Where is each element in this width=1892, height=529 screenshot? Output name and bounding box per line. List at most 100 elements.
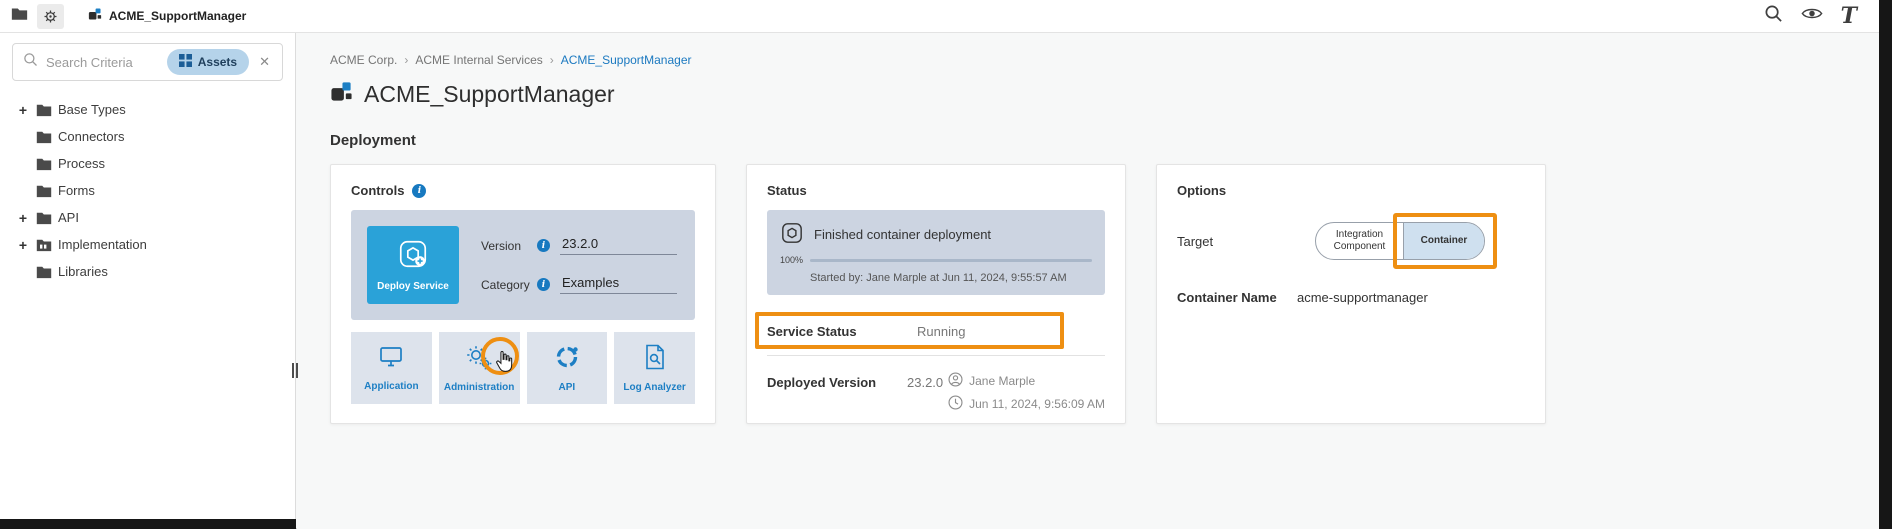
settings-gear-button[interactable]: [37, 4, 64, 29]
info-icon[interactable]: i: [412, 184, 426, 198]
folder-icon: [36, 157, 52, 171]
breadcrumb-item[interactable]: ACME Corp.: [330, 53, 397, 67]
target-option-integration-component[interactable]: Integration Component: [1316, 223, 1404, 259]
expand-icon[interactable]: +: [16, 103, 30, 117]
target-row: Target Integration Component Container: [1177, 222, 1525, 260]
assets-filter-label: Assets: [198, 55, 237, 69]
tree-item-base-types[interactable]: + Base Types: [0, 96, 295, 123]
divider: [767, 355, 1105, 356]
section-heading: Deployment: [330, 132, 1879, 149]
container-service-icon: [780, 221, 804, 248]
tile-label: API: [559, 382, 576, 393]
category-input[interactable]: Examples: [560, 275, 677, 294]
breadcrumb-item[interactable]: ACME Internal Services: [415, 53, 542, 67]
breadcrumb-item-current[interactable]: ACME_SupportManager: [561, 53, 692, 67]
topbar: ACME_SupportManager T: [0, 0, 1879, 33]
tile-label: Application: [364, 381, 418, 392]
deploy-service-button[interactable]: Deploy Service: [367, 226, 459, 304]
asset-type-icon: [88, 7, 102, 26]
tree-item-process[interactable]: Process: [0, 150, 295, 177]
topbar-left: ACME_SupportManager: [0, 4, 246, 29]
container-name-row: Container Name acme-supportmanager: [1177, 290, 1525, 305]
tree-item-connectors[interactable]: Connectors: [0, 123, 295, 150]
api-tile[interactable]: API: [527, 332, 608, 404]
asset-tab-title: ACME_SupportManager: [109, 9, 246, 23]
search-icon: [23, 52, 38, 72]
log-analyzer-tile[interactable]: Log Analyzer: [614, 332, 695, 404]
deployed-by-row: Jane Marple: [948, 372, 1105, 390]
folder-icon: [36, 103, 52, 117]
asset-tab[interactable]: ACME_SupportManager: [88, 7, 246, 26]
deployed-by-name: Jane Marple: [969, 374, 1035, 388]
service-status-row: Service Status Running: [767, 321, 1105, 341]
tree-item-forms[interactable]: Forms: [0, 177, 295, 204]
folder-icon: [36, 265, 52, 279]
folder-icon: [36, 130, 52, 144]
tree-item-label: Base Types: [58, 102, 126, 117]
status-title-text: Status: [767, 183, 807, 198]
tree-item-label: Connectors: [58, 129, 124, 144]
assets-filter-chip[interactable]: Assets: [167, 49, 249, 75]
topbar-right: T: [1764, 4, 1879, 28]
tile-label: Administration: [444, 382, 515, 393]
asset-type-icon: [330, 80, 353, 108]
version-input[interactable]: 23.2.0: [560, 236, 677, 255]
global-search-icon[interactable]: [1764, 4, 1783, 28]
application-icon: [377, 345, 405, 374]
tree-item-label: Process: [58, 156, 105, 171]
tile-label: Log Analyzer: [623, 382, 685, 393]
container-name-value: acme-supportmanager: [1297, 290, 1428, 305]
clear-search-icon[interactable]: ✕: [257, 52, 272, 72]
breadcrumb-separator: ›: [550, 53, 554, 67]
controls-card: Controls i Deploy Service Version i: [330, 164, 716, 424]
tree-item-implementation[interactable]: + Implementation: [0, 231, 295, 258]
brand-logo: T: [1841, 5, 1857, 27]
tree-item-libraries[interactable]: Libraries: [0, 258, 295, 285]
main-content: ACME Corp. › ACME Internal Services › AC…: [297, 33, 1879, 529]
folder-icon: [36, 211, 52, 225]
desktop-edge-right: [1879, 0, 1892, 529]
started-by-text: Started by: Jane Marple at Jun 11, 2024,…: [810, 272, 1092, 284]
expand-icon[interactable]: +: [16, 211, 30, 225]
sidebar-resize-handle[interactable]: [292, 363, 300, 378]
explorer-folder-icon[interactable]: [11, 7, 28, 26]
progress-row: 100%: [780, 255, 1092, 265]
search-input[interactable]: [46, 55, 159, 70]
page-title: ACME_SupportManager: [364, 81, 615, 108]
options-card: Options Target Integration Component Con…: [1156, 164, 1546, 424]
person-icon: [948, 372, 963, 390]
progress-percent-label: 100%: [780, 255, 810, 265]
options-title-text: Options: [1177, 183, 1226, 198]
info-icon[interactable]: i: [537, 239, 550, 252]
annotation-highlight-rect: [1393, 213, 1497, 269]
deployment-message: Finished container deployment: [814, 227, 991, 242]
deploy-panel: Deploy Service Version i 23.2.0 Category…: [351, 210, 695, 320]
deploy-service-label: Deploy Service: [377, 281, 449, 292]
tree-item-api[interactable]: + API: [0, 204, 295, 231]
preview-eye-icon[interactable]: [1801, 6, 1823, 26]
deployed-at-time: Jun 11, 2024, 9:56:09 AM: [969, 397, 1105, 411]
deployed-version-value: 23.2.0: [907, 372, 943, 390]
deployed-at-row: Jun 11, 2024, 9:56:09 AM: [948, 395, 1105, 413]
application-tile[interactable]: Application: [351, 332, 432, 404]
status-card: Status Finished container deployment 100…: [746, 164, 1126, 424]
info-icon[interactable]: i: [537, 278, 550, 291]
status-card-title: Status: [767, 183, 1105, 198]
deploy-fields: Version i 23.2.0 Category i Examples: [481, 226, 679, 304]
tree-item-label: Implementation: [58, 237, 147, 252]
deploy-service-icon: [397, 238, 429, 275]
folder-icon: [36, 184, 52, 198]
annotation-highlight-rect: [755, 312, 1064, 349]
tree-item-label: API: [58, 210, 79, 225]
container-name-label: Container Name: [1177, 290, 1297, 305]
deployed-meta: Jane Marple Jun 11, 2024, 9:56:09 AM: [948, 372, 1105, 413]
breadcrumb-separator: ›: [404, 53, 408, 67]
implementation-folder-icon: [36, 238, 52, 252]
assets-grid-icon: [179, 54, 192, 70]
version-label: Version: [481, 239, 537, 253]
deployment-cards: Controls i Deploy Service Version i: [330, 164, 1879, 424]
controls-card-title: Controls i: [351, 183, 695, 198]
progress-bar: [810, 259, 1092, 262]
deployment-status-panel: Finished container deployment 100% Start…: [767, 210, 1105, 295]
expand-icon[interactable]: +: [16, 238, 30, 252]
